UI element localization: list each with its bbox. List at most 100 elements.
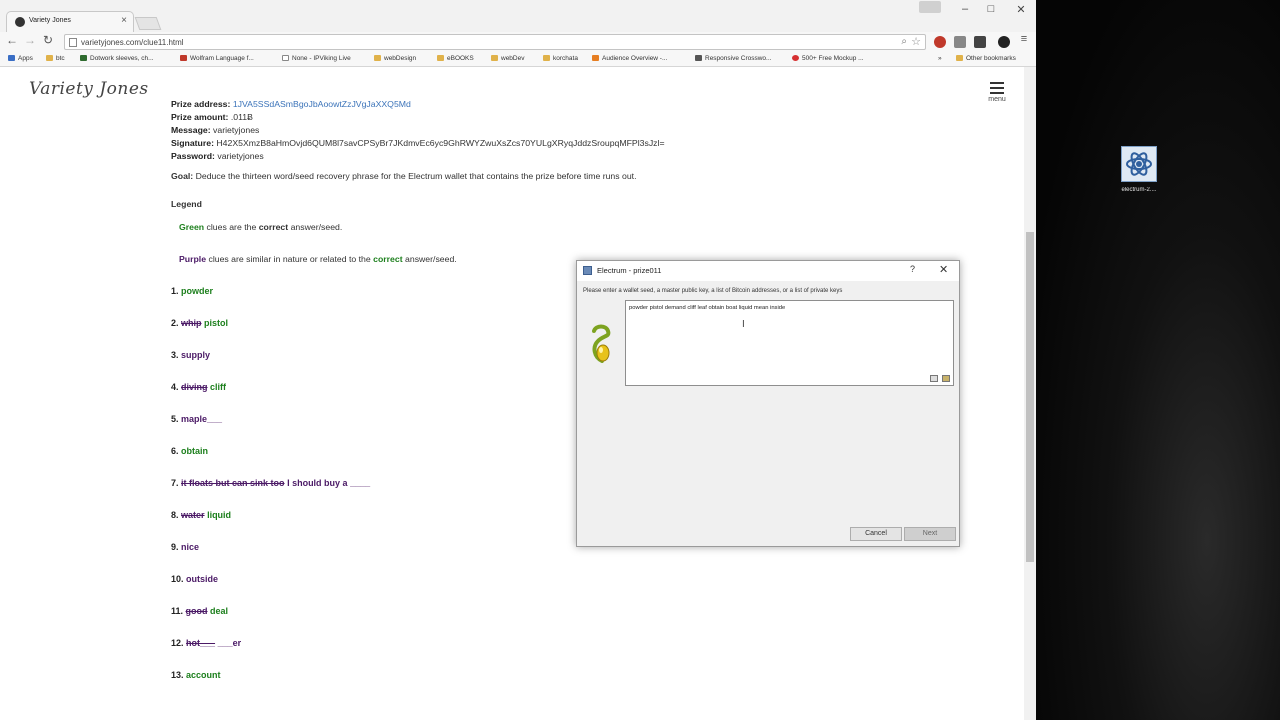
legend-green-text-end: answer/seed. (290, 222, 343, 232)
bookmark-item[interactable]: btc (46, 55, 65, 62)
close-window-icon[interactable]: ✕ (1010, 3, 1032, 16)
page-scrollbar[interactable] (1024, 67, 1036, 720)
desktop-shortcut-label: electrum-2.... (1121, 187, 1157, 193)
browser-toolbar: ← → ↻ varietyjones.com/clue11.html ⌕ ☆ ≡ (0, 32, 1036, 52)
page-icon (69, 38, 77, 47)
bookmark-item[interactable]: Responsive Crosswo... (695, 55, 771, 62)
extension-grid-icon[interactable] (974, 36, 986, 48)
menu-label: menu (988, 96, 1006, 103)
bookmark-item[interactable]: Audience Overview -... (592, 55, 667, 62)
legend-green-line: Green clues are the correct answer/seed. (179, 222, 342, 232)
seed-input[interactable]: powder pistol demand cliff leaf obtain b… (625, 300, 954, 386)
legend-green-text: clues are the (206, 222, 257, 232)
favicon-icon (15, 17, 25, 27)
back-icon[interactable]: ← (4, 33, 20, 47)
extension-list-icon[interactable] (954, 36, 966, 48)
bookmarks-overflow-button[interactable]: » (938, 55, 942, 62)
browser-tab[interactable]: Variety Jones × (6, 11, 134, 32)
bookmark-item[interactable]: webDev (491, 55, 524, 62)
qr-scan-icon[interactable] (930, 375, 938, 382)
clue-item: 10. outside (171, 574, 219, 584)
scrollbar-thumb[interactable] (1026, 232, 1034, 562)
extension-stop-icon[interactable] (934, 36, 946, 48)
search-icon[interactable]: ⌕ (901, 36, 907, 47)
prize-address-row: Prize address: 1JVA5SSdASmBgoJbAoowtZzJV… (171, 98, 665, 111)
profile-button[interactable] (919, 1, 941, 13)
tab-title: Variety Jones (29, 17, 71, 24)
clue-item: 13. account (171, 670, 221, 680)
browser-titlebar: Variety Jones × – □ ✕ (0, 0, 1036, 32)
legend-purple-text-end: answer/seed. (405, 254, 457, 264)
bookmark-item[interactable]: Apps (8, 55, 33, 62)
legend-heading: Legend (171, 199, 202, 209)
chrome-menu-icon[interactable]: ≡ (1016, 33, 1032, 45)
message-row: Message: varietyjones (171, 124, 665, 137)
seed-input-text: powder pistol demand cliff leaf obtain b… (629, 305, 786, 311)
cancel-button[interactable]: Cancel (850, 527, 902, 541)
clue-item: 8. water liquid (171, 510, 232, 520)
hamburger-icon (990, 82, 1004, 94)
site-logo[interactable]: Variety Jones (29, 79, 149, 99)
bookmark-item[interactable]: Wolfram Language f... (180, 55, 254, 62)
dialog-title: Electrum - prize011 (597, 266, 662, 275)
bookmark-item[interactable]: 500+ Free Mockup ... (792, 55, 864, 62)
electrum-restore-dialog: Electrum - prize011 ? ✕ Please enter a w… (576, 260, 960, 547)
prize-amount-row: Prize amount: .011Ƀ (171, 111, 665, 124)
text-cursor-icon: I (742, 319, 745, 330)
bookmarks-bar: Apps btc Dotwork sleeves, ch... Wolfram … (0, 52, 1036, 67)
clue-item: 1. powder (171, 286, 214, 296)
clue-item: 5. maple___ (171, 414, 223, 424)
close-icon[interactable]: ✕ (939, 263, 948, 276)
clue-item: 12. hot___ ___er (171, 638, 242, 648)
legend-green-word: Green (179, 222, 205, 232)
clue-item: 11. good deal (171, 606, 229, 616)
prize-address-link[interactable]: 1JVA5SSdASmBgoJbAoowtZzJVgJaXXQ5Md (233, 99, 411, 109)
new-tab-button[interactable] (134, 17, 162, 30)
extension-circle-icon[interactable] (998, 36, 1010, 48)
clue-item: 4. diving cliff (171, 382, 227, 392)
bookmark-star-icon[interactable]: ☆ (911, 35, 921, 48)
next-button[interactable]: Next (904, 527, 956, 541)
message-value: varietyjones (213, 125, 260, 135)
goal-value: Deduce the thirteen word/seed recovery p… (195, 171, 637, 181)
other-bookmarks-folder[interactable]: Other bookmarks (956, 55, 1016, 62)
legend-purple-line: Purple clues are similar in nature or re… (179, 254, 457, 264)
address-bar[interactable]: varietyjones.com/clue11.html ⌕ ☆ (64, 34, 926, 50)
dialog-titlebar[interactable]: Electrum - prize011 ? ✕ (577, 261, 959, 281)
password-label: Password: (171, 151, 215, 161)
help-icon[interactable]: ? (910, 264, 915, 274)
clue-item: 9. nice (171, 542, 200, 552)
forward-icon[interactable]: → (22, 33, 38, 47)
maximize-icon[interactable]: □ (980, 3, 1002, 15)
bookmark-item[interactable]: webDesign (374, 55, 416, 62)
legend-green-correct: correct (258, 222, 289, 232)
desktop-background (1036, 0, 1280, 720)
password-row: Password: varietyjones (171, 150, 665, 163)
clue-item: 3. supply (171, 350, 211, 360)
goal-label: Goal: (171, 171, 194, 181)
clue-item: 6. obtain (171, 446, 209, 456)
minimize-icon[interactable]: – (954, 3, 976, 15)
clue-item: 2. whip pistol (171, 318, 229, 328)
file-open-icon[interactable] (942, 375, 950, 382)
reload-icon[interactable]: ↻ (40, 33, 56, 47)
legend-purple-correct: correct (373, 254, 403, 264)
close-tab-icon[interactable]: × (121, 15, 127, 26)
menu-button[interactable]: menu (984, 82, 1010, 103)
password-value: varietyjones (217, 151, 264, 161)
bookmark-item[interactable]: None - IPViking Live (282, 55, 351, 62)
url-text: varietyjones.com/clue11.html (81, 38, 184, 47)
clue-item: 7. it floats but can sink too I should b… (171, 478, 371, 488)
electrum-window-icon (583, 266, 592, 275)
bookmark-item[interactable]: Dotwork sleeves, ch... (80, 55, 154, 62)
bookmark-item[interactable]: korchata (543, 55, 578, 62)
dialog-prompt: Please enter a wallet seed, a master pub… (583, 288, 843, 294)
bookmark-item[interactable]: eBOOKS (437, 55, 474, 62)
seed-sprout-icon (592, 324, 611, 363)
desktop-shortcut-electrum[interactable]: electrum-2.... (1108, 146, 1170, 193)
prize-amount-label: Prize amount: (171, 112, 229, 122)
electrum-app-icon (1121, 146, 1157, 182)
legend-purple-text: clues are similar in nature or related t… (208, 254, 371, 264)
prize-amount-value: .011Ƀ (230, 112, 253, 122)
signature-row: Signature: H42X5XmzB8aHmOvjd6QUM8l7savCP… (171, 137, 665, 150)
